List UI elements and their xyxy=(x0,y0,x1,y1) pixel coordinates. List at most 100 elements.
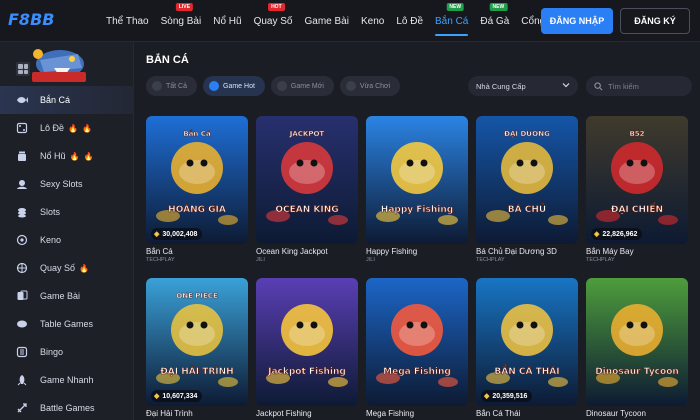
diamond-icon: ◆ xyxy=(154,231,160,238)
nav-item-label: Quay Số xyxy=(253,15,293,27)
filter-chips: Tất Cả Game Hot Game Mới Vừa Chơi xyxy=(146,76,401,96)
filter-chip-2[interactable]: Game Mới xyxy=(270,76,334,96)
brand-logo[interactable]: F8BB xyxy=(6,6,98,36)
game-card[interactable]: Mega Fishing Mega Fishing xyxy=(366,278,468,418)
clock-icon xyxy=(345,81,356,91)
game-card[interactable]: BẮN CÁ THÁI ◆ 20,359,516 Bắn Cá Thái xyxy=(476,278,578,418)
art-subtitle: JACKPOT xyxy=(289,130,325,138)
game-thumbnail[interactable]: ĐẠI CHIẾN B52 ◆ 22,826,962 xyxy=(586,116,688,244)
game-name[interactable]: Mega Fishing xyxy=(366,409,468,418)
register-button[interactable]: ĐĂNG KÝ xyxy=(620,8,690,34)
art-title: Dinosaur Tycoon xyxy=(595,367,679,377)
star-icon xyxy=(276,81,287,91)
lottery-icon xyxy=(16,122,28,134)
game-thumbnail[interactable]: Happy Fishing xyxy=(366,116,468,244)
sidebar-item-5[interactable]: Keno xyxy=(0,226,134,254)
sidebar-item-2[interactable]: Nổ Hũ 🔥 🔥 xyxy=(0,142,134,170)
fire-icon xyxy=(209,81,220,91)
game-thumbnail[interactable]: BÁ CHỦ ĐẠI DƯƠNG xyxy=(476,116,578,244)
art-subtitle: B52 xyxy=(629,130,644,138)
game-thumbnail[interactable]: ĐẠI HẢI TRÌNH ONE PIECE ◆ 10,607,334 xyxy=(146,278,248,406)
nav-item-label: Sòng Bài xyxy=(160,15,202,27)
game-name[interactable]: Bắn Cá Thái xyxy=(476,409,578,418)
game-thumbnail[interactable]: Mega Fishing xyxy=(366,278,468,406)
nav-item-6[interactable]: Lô Đề xyxy=(390,0,429,42)
fish-icon xyxy=(16,94,28,106)
search-input[interactable] xyxy=(608,81,688,91)
game-name[interactable]: Bá Chủ Đại Dương 3D xyxy=(476,247,578,256)
filter-chip-1[interactable]: Game Hot xyxy=(203,76,265,96)
game-card[interactable]: ĐẠI HẢI TRÌNH ONE PIECE ◆ 10,607,334 Đại Hải… xyxy=(146,278,248,418)
game-name[interactable]: Jackpot Fishing xyxy=(256,409,358,418)
game-name[interactable]: Dinosaur Tycoon xyxy=(586,409,688,418)
game-art-image: Dinosaur Tycoon xyxy=(586,278,688,406)
game-thumbnail[interactable]: Jackpot Fishing xyxy=(256,278,358,406)
nav-item-label: Game Bài xyxy=(304,15,349,27)
sidebar-item-3[interactable]: Sexy Slots xyxy=(0,170,134,198)
sidebar-item-10[interactable]: Game Nhanh xyxy=(0,366,134,394)
sidebar-item-1[interactable]: Lô Đề 🔥 🔥 xyxy=(0,114,134,142)
sidebar-item-label: Bắn Cá xyxy=(40,95,71,105)
diamond-icon: ◆ xyxy=(154,393,160,400)
nav-item-2[interactable]: Nổ Hũ xyxy=(207,0,247,42)
game-thumbnail[interactable]: BẮN CÁ THÁI ◆ 20,359,516 xyxy=(476,278,578,406)
nav-badge: new xyxy=(446,3,465,11)
sidebar-item-4[interactable]: Slots xyxy=(0,198,134,226)
slots-icon xyxy=(16,178,28,190)
grid-menu-icon[interactable] xyxy=(16,62,30,76)
art-title: Jackpot Fishing xyxy=(267,367,346,377)
nav-item-0[interactable]: Thể Thao xyxy=(100,0,155,42)
nav-item-label: Keno xyxy=(360,15,385,27)
search-box[interactable] xyxy=(586,76,692,96)
nav-item-5[interactable]: Keno xyxy=(355,0,390,42)
nav-badge: new xyxy=(489,3,508,11)
nav-item-8[interactable]: Đá Gà new xyxy=(474,0,515,42)
game-name[interactable]: Bắn Cá xyxy=(146,247,248,256)
sidebar-item-0[interactable]: Bắn Cá xyxy=(0,86,134,114)
coins-icon xyxy=(16,206,28,218)
sidebar-item-label: Sexy Slots xyxy=(40,179,83,189)
filter-chip-label: Game Mới xyxy=(290,82,324,90)
game-card[interactable]: BÁ CHỦ ĐẠI DƯƠNG Bá Chủ Đại Dương 3D TECHPL… xyxy=(476,116,578,263)
sidebar-item-11[interactable]: Battle Games xyxy=(0,394,134,420)
game-thumbnail[interactable]: Dinosaur Tycoon xyxy=(586,278,688,406)
game-art-image: Happy Fishing xyxy=(366,116,468,244)
jackpot-value: 22,826,962 xyxy=(602,230,638,238)
filter-chip-label: Game Hot xyxy=(223,82,255,90)
nav-item-3[interactable]: Quay Số hot xyxy=(248,0,299,42)
nav-item-7[interactable]: Bắn Cá new xyxy=(429,0,474,42)
game-card[interactable]: Jackpot Fishing Jackpot Fishing xyxy=(256,278,358,418)
fire-icon: 🔥 xyxy=(79,263,89,273)
game-thumbnail[interactable]: OCEAN KING JACKPOT xyxy=(256,116,358,244)
game-thumbnail[interactable]: HOÀNG GIA Bắn Cá ◆ 30,002,408 xyxy=(146,116,248,244)
login-button[interactable]: ĐĂNG NHẬP xyxy=(541,8,613,34)
game-name[interactable]: Bắn Máy Bay xyxy=(586,247,688,256)
art-subtitle: Bắn Cá xyxy=(183,129,211,138)
game-name[interactable]: Ocean King Jackpot xyxy=(256,247,358,256)
game-card[interactable]: Happy Fishing Happy Fishing JILI xyxy=(366,116,468,263)
sidebar-item-label: Quay Số xyxy=(40,263,76,273)
art-title: OCEAN KING xyxy=(275,205,338,215)
game-card[interactable]: ĐẠI CHIẾN B52 ◆ 22,826,962 Bắn Máy Bay TECHPL… xyxy=(586,116,688,263)
rocket-icon xyxy=(16,374,28,386)
game-card[interactable]: Dinosaur Tycoon Dinosaur Tycoon xyxy=(586,278,688,418)
nav-item-4[interactable]: Game Bài xyxy=(299,0,355,42)
filter-chip-0[interactable]: Tất Cả xyxy=(146,76,198,96)
sidebar: Bắn Cá Lô Đề 🔥 🔥 Nổ Hũ 🔥 🔥 Sexy Slots Slots Keno Q… xyxy=(0,42,134,420)
sidebar-item-6[interactable]: Quay Số 🔥 xyxy=(0,254,134,282)
sidebar-item-7[interactable]: Game Bài xyxy=(0,282,134,310)
game-card[interactable]: HOÀNG GIA Bắn Cá ◆ 30,002,408 Bắn Cá TECHPLAY xyxy=(146,116,248,263)
chevron-down-icon xyxy=(562,83,570,88)
game-name[interactable]: Happy Fishing xyxy=(366,247,468,256)
sidebar-item-9[interactable]: Bingo xyxy=(0,338,134,366)
jackpot-badge: ◆ 10,607,334 xyxy=(151,390,203,402)
nav-item-1[interactable]: Sòng Bài live xyxy=(155,0,208,42)
provider-dropdown[interactable]: Nhà Cung Cấp xyxy=(468,76,578,96)
game-card[interactable]: OCEAN KING JACKPOT Ocean King Jackpot JILI xyxy=(256,116,358,263)
sidebar-item-8[interactable]: Table Games xyxy=(0,310,134,338)
mascot-shark-image xyxy=(20,42,96,86)
jackpot-value: 10,607,334 xyxy=(162,392,198,400)
filter-chip-3[interactable]: Vừa Chơi xyxy=(339,76,401,96)
sidebar-item-label: Game Nhanh xyxy=(40,375,94,385)
game-name[interactable]: Đại Hải Trình xyxy=(146,409,248,418)
